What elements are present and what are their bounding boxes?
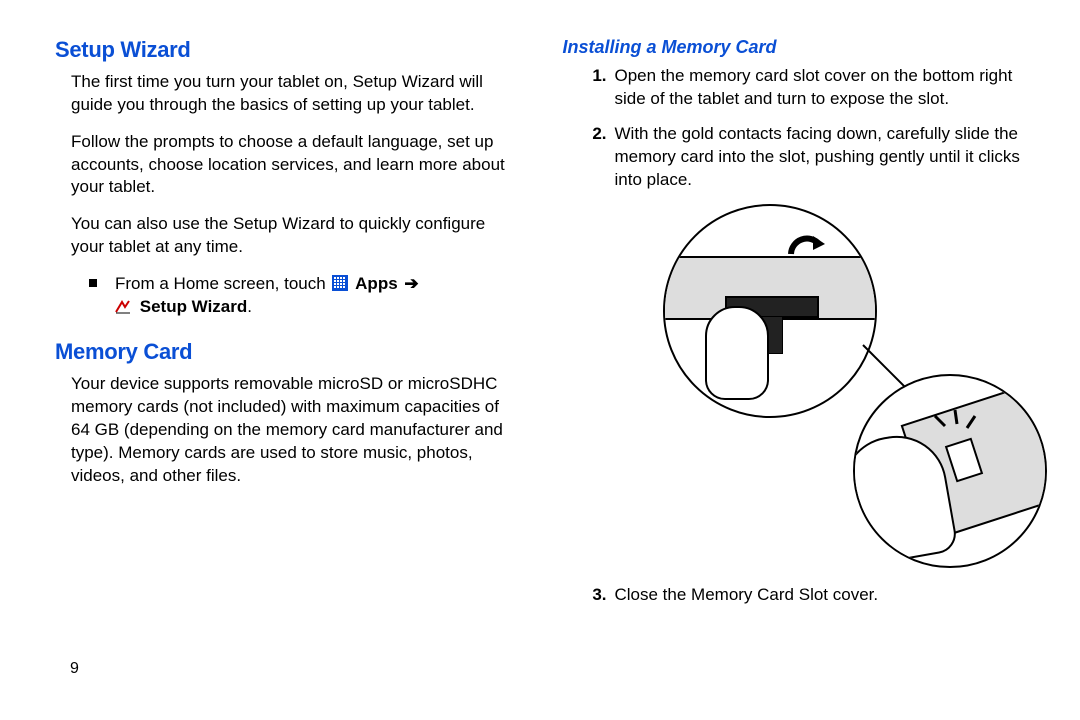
memory-card-figure: [563, 204, 1031, 564]
manual-page: Setup Wizard The first time you turn you…: [0, 0, 1080, 720]
setup-wizard-label: Setup Wizard: [140, 297, 248, 316]
figure-circle-open-cover: [663, 204, 877, 418]
hand-illustration: [705, 306, 769, 400]
setup-paragraph-3: You can also use the Setup Wizard to qui…: [71, 213, 523, 259]
step-text: Open the memory card slot cover on the b…: [615, 65, 1031, 111]
list-item: 3. Close the Memory Card Slot cover.: [579, 584, 1031, 607]
bullet-text: From a Home screen, touch Apps ➔: [115, 273, 523, 319]
square-bullet-icon: [89, 279, 97, 287]
apps-label: Apps: [355, 274, 398, 293]
step-text: Close the Memory Card Slot cover.: [615, 584, 1031, 607]
setup-wizard-icon: [115, 298, 131, 312]
setup-paragraph-2: Follow the prompts to choose a default l…: [71, 131, 523, 200]
list-item: 2. With the gold contacts facing down, c…: [579, 123, 1031, 192]
arrow-right-icon: ➔: [404, 274, 418, 293]
memory-paragraph-1: Your device supports removable microSD o…: [71, 373, 523, 488]
motion-lines-icon: [925, 406, 985, 466]
step-text: With the gold contacts facing down, care…: [615, 123, 1031, 192]
figure-circle-insert-card: [853, 374, 1047, 568]
setup-bullet: From a Home screen, touch Apps ➔: [89, 273, 523, 319]
right-column: Installing a Memory Card 1. Open the mem…: [563, 35, 1031, 700]
page-number: 9: [70, 658, 79, 680]
bullet-prefix: From a Home screen, touch: [115, 274, 330, 293]
install-steps-list-continued: 3. Close the Memory Card Slot cover.: [579, 584, 1031, 607]
setup-paragraph-1: The first time you turn your tablet on, …: [71, 71, 523, 117]
period: .: [247, 297, 252, 316]
step-number: 2.: [579, 123, 615, 192]
install-steps-list: 1. Open the memory card slot cover on th…: [579, 65, 1031, 192]
heading-memory-card: Memory Card: [55, 337, 523, 367]
heading-setup-wizard: Setup Wizard: [55, 35, 523, 65]
left-column: Setup Wizard The first time you turn you…: [55, 35, 523, 700]
step-number: 3.: [579, 584, 615, 607]
apps-grid-icon: [332, 275, 348, 291]
step-number: 1.: [579, 65, 615, 111]
heading-installing-memory-card: Installing a Memory Card: [563, 35, 1031, 59]
rotate-arrow-icon: [785, 226, 825, 266]
list-item: 1. Open the memory card slot cover on th…: [579, 65, 1031, 111]
